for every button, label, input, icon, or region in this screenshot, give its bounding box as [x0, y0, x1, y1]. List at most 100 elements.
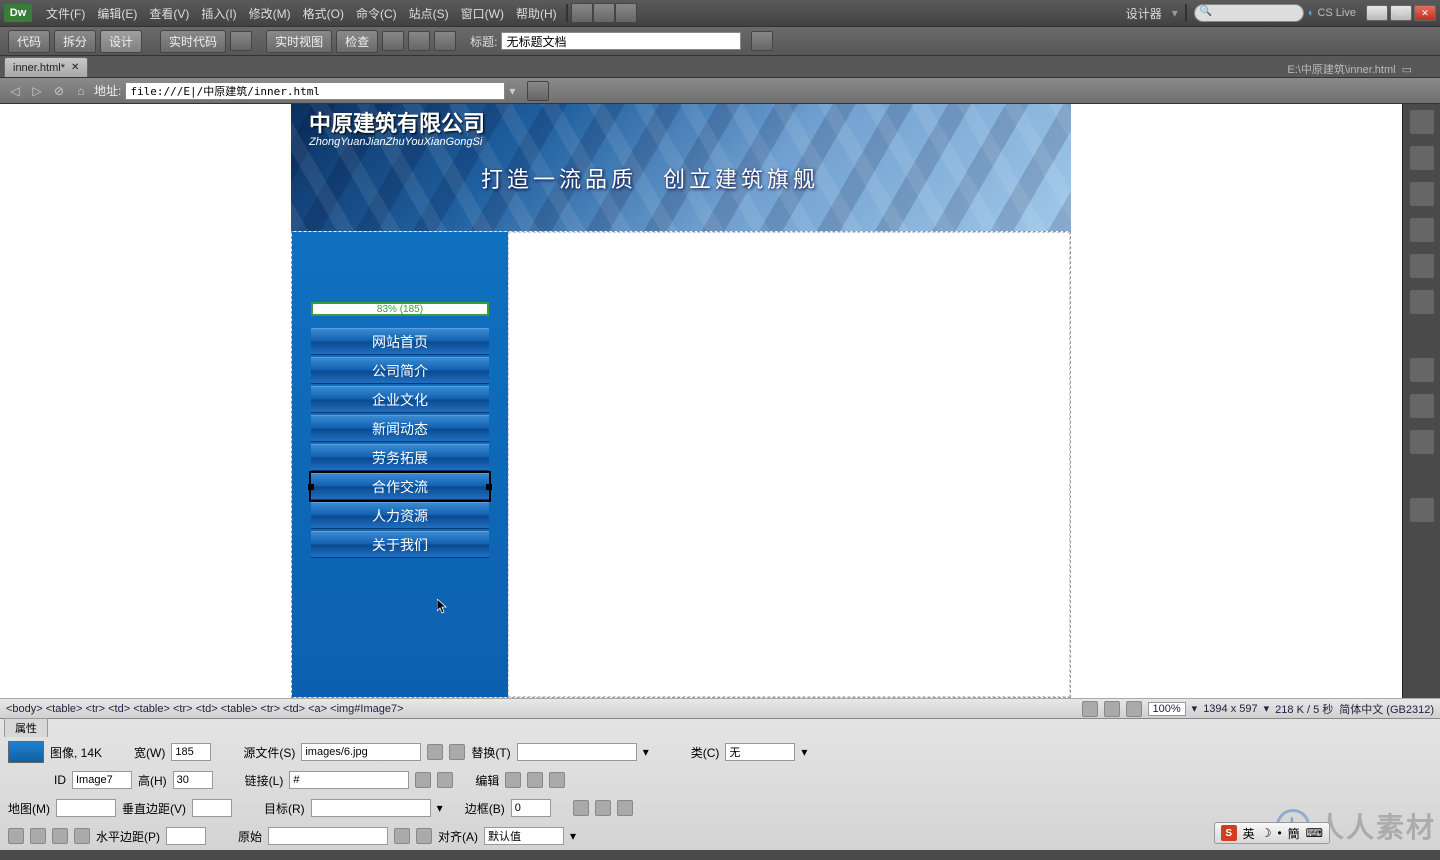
css-panel-icon[interactable]: [1410, 146, 1434, 170]
minimize-button[interactable]: —: [1366, 5, 1388, 21]
src-point-icon[interactable]: [449, 744, 465, 760]
edit-settings-icon[interactable]: [527, 772, 543, 788]
rect-hotspot-icon[interactable]: [30, 828, 46, 844]
src-input[interactable]: [301, 743, 421, 761]
address-go-icon[interactable]: [527, 81, 549, 101]
select-tool-icon[interactable]: [1082, 701, 1098, 717]
link-input[interactable]: [289, 771, 409, 789]
files-panel-icon[interactable]: [1410, 254, 1434, 278]
frames-panel-icon[interactable]: [1410, 358, 1434, 382]
src-browse-icon[interactable]: [427, 744, 443, 760]
ap-panel-icon[interactable]: [1410, 182, 1434, 206]
menu-modify[interactable]: 修改(M): [243, 5, 297, 22]
ime-toolbar[interactable]: S 英 ☽ • 簡 ⌨: [1214, 822, 1330, 844]
livecode-button[interactable]: 实时代码: [160, 30, 226, 53]
design-canvas[interactable]: 中原建筑有限公司 ZhongYuanJianZhuYouXianGongSi 打…: [0, 104, 1402, 698]
ime-moon-icon[interactable]: ☽: [1261, 826, 1272, 840]
link-point-icon[interactable]: [437, 772, 453, 788]
assets-panel-icon[interactable]: [1410, 290, 1434, 314]
brightness-icon[interactable]: [595, 800, 611, 816]
edit-crop-icon[interactable]: [549, 772, 565, 788]
extend-icon[interactable]: [593, 3, 615, 23]
stop-icon[interactable]: ⊘: [50, 82, 68, 100]
more-icon[interactable]: [615, 3, 637, 23]
split-view-button[interactable]: 拆分: [54, 30, 96, 53]
class-select[interactable]: [725, 743, 795, 761]
map-input[interactable]: [56, 799, 116, 817]
code-view-button[interactable]: 代码: [8, 30, 50, 53]
cslive-button[interactable]: ◐CS Live: [1308, 7, 1356, 19]
history-panel-icon[interactable]: [1410, 394, 1434, 418]
pointer-hotspot-icon[interactable]: [8, 828, 24, 844]
address-input[interactable]: [125, 82, 505, 100]
align-select[interactable]: [484, 827, 564, 845]
page-title-input[interactable]: [501, 32, 741, 50]
height-input[interactable]: [173, 771, 213, 789]
design-view-button[interactable]: 设计: [100, 30, 142, 53]
tab-close-icon[interactable]: ✕: [71, 62, 79, 73]
ime-mode[interactable]: 簡: [1288, 825, 1300, 842]
width-indicator[interactable]: 83% (185): [311, 302, 489, 316]
maximize-button[interactable]: ▭: [1390, 5, 1412, 21]
alt-input[interactable]: [517, 743, 637, 761]
sharpen-icon[interactable]: [573, 800, 589, 816]
oval-hotspot-icon[interactable]: [52, 828, 68, 844]
refresh-icon[interactable]: [408, 31, 430, 51]
nav-culture[interactable]: 企业文化: [311, 386, 489, 413]
properties-tab[interactable]: 属性: [4, 718, 48, 737]
orig-input[interactable]: [268, 827, 388, 845]
orig-browse-icon[interactable]: [394, 828, 410, 844]
ime-lang[interactable]: 英: [1243, 825, 1255, 842]
insert-panel-icon[interactable]: [1410, 110, 1434, 134]
menu-edit[interactable]: 编辑(E): [91, 5, 143, 22]
nav-about[interactable]: 公司简介: [311, 357, 489, 384]
home-icon[interactable]: ⌂: [72, 82, 90, 100]
liveview-button[interactable]: 实时视图: [266, 30, 332, 53]
ime-keyboard-icon[interactable]: ⌨: [1306, 826, 1323, 840]
file-management-icon[interactable]: [751, 31, 773, 51]
back-icon[interactable]: ◁: [6, 82, 24, 100]
tag-path[interactable]: <body> <table> <tr> <td> <table> <tr> <t…: [6, 703, 404, 715]
menu-help[interactable]: 帮助(H): [510, 5, 563, 22]
target-select[interactable]: [311, 799, 431, 817]
bc-panel-icon[interactable]: [1410, 218, 1434, 242]
menu-view[interactable]: 查看(V): [143, 5, 195, 22]
inspect-button[interactable]: 检查: [336, 30, 378, 53]
nav-contact[interactable]: 关于我们: [311, 531, 489, 558]
contrast-icon[interactable]: [617, 800, 633, 816]
browser-preview-icon[interactable]: [382, 31, 404, 51]
edit-ps-icon[interactable]: [505, 772, 521, 788]
nav-home[interactable]: 网站首页: [311, 328, 489, 355]
restore-icon[interactable]: ▭: [1402, 63, 1412, 76]
vspace-input[interactable]: [192, 799, 232, 817]
menu-site[interactable]: 站点(S): [403, 5, 455, 22]
document-tab[interactable]: inner.html* ✕: [4, 57, 88, 77]
menu-commands[interactable]: 命令(C): [350, 5, 403, 22]
menu-insert[interactable]: 插入(I): [195, 5, 242, 22]
poly-hotspot-icon[interactable]: [74, 828, 90, 844]
id-input[interactable]: [72, 771, 132, 789]
menu-window[interactable]: 窗口(W): [455, 5, 510, 22]
menu-file[interactable]: 文件(F): [40, 5, 91, 22]
behaviors-panel-icon[interactable]: [1410, 498, 1434, 522]
workspace-switcher[interactable]: 设计器: [1120, 5, 1168, 22]
layout-icon[interactable]: [571, 3, 593, 23]
border-input[interactable]: [511, 799, 551, 817]
tag-panel-icon[interactable]: [1410, 430, 1434, 454]
close-button[interactable]: ✕: [1414, 5, 1436, 21]
nav-cooperation[interactable]: 合作交流: [311, 473, 489, 500]
options-icon[interactable]: [434, 31, 456, 51]
content-cell[interactable]: [508, 232, 1070, 697]
hand-tool-icon[interactable]: [1104, 701, 1120, 717]
nav-news[interactable]: 新闻动态: [311, 415, 489, 442]
zoom-level[interactable]: 100%: [1148, 702, 1186, 716]
ime-dot-icon[interactable]: •: [1277, 826, 1281, 840]
zoom-tool-icon[interactable]: [1126, 701, 1142, 717]
hspace-input[interactable]: [166, 827, 206, 845]
orig-point-icon[interactable]: [416, 828, 432, 844]
width-input[interactable]: [171, 743, 211, 761]
livecode-options-icon[interactable]: [230, 31, 252, 51]
nav-hr[interactable]: 人力资源: [311, 502, 489, 529]
menu-format[interactable]: 格式(O): [297, 5, 350, 22]
forward-icon[interactable]: ▷: [28, 82, 46, 100]
